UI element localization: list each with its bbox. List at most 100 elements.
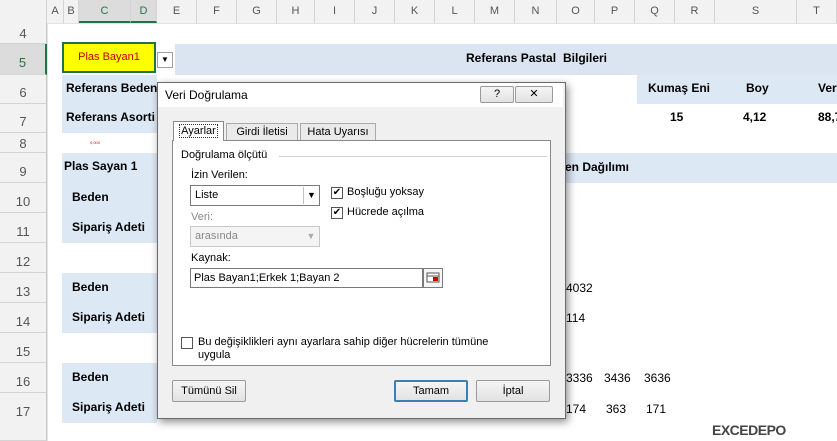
col-header-r[interactable]: R: [675, 0, 715, 23]
tab-ayarlar-label: Ayarlar: [179, 124, 218, 138]
help-button[interactable]: ?: [480, 86, 514, 103]
chevron-down-icon[interactable]: ▼: [303, 187, 319, 204]
siparis-label-2: Sipariş Adeti: [72, 310, 145, 324]
clear-all-button[interactable]: Tümünü Sil: [172, 380, 246, 402]
row-header-12[interactable]: 12: [0, 243, 47, 273]
cell-o17: 174: [566, 402, 587, 416]
dialog-title-bar[interactable]: Veri Doğrulama ? ✕: [158, 83, 563, 107]
boy-value: 4,12: [743, 110, 767, 124]
tab-ayarlar[interactable]: Ayarlar: [173, 121, 224, 141]
referans-pastal-title: Referans Pastal: [466, 51, 557, 65]
siparis-label-1: Sipariş Adeti: [72, 220, 145, 234]
kaynak-input[interactable]: Plas Bayan1;Erkek 1;Bayan 2: [190, 268, 423, 288]
plas-sayan-title: Plas Sayan 1: [64, 159, 138, 173]
cancel-button[interactable]: İptal: [476, 380, 550, 402]
col-header-h[interactable]: H: [277, 0, 315, 23]
ver-label: Ver: [818, 81, 837, 95]
col-header-b[interactable]: B: [64, 0, 79, 23]
row-header-15[interactable]: 15: [0, 333, 47, 363]
cell-p16: 3436: [604, 371, 631, 385]
cell-o13: 4032: [566, 281, 593, 295]
row-header-13[interactable]: 13: [0, 273, 47, 303]
col-header-q[interactable]: Q: [635, 0, 675, 23]
data-validation-dialog: Veri Doğrulama ? ✕ Ayarlar Girdi İletisi…: [157, 82, 566, 419]
veri-select[interactable]: arasında ▼: [190, 226, 320, 247]
row-header-6[interactable]: 6: [0, 75, 47, 104]
boy-label: Boy: [746, 81, 769, 95]
tab-hata-uyarisi[interactable]: Hata Uyarısı: [300, 123, 376, 140]
row-header-14[interactable]: 14: [0, 303, 47, 333]
cell-o14: 114: [566, 311, 586, 325]
col-header-n[interactable]: N: [515, 0, 557, 23]
kaynak-label: Kaynak:: [191, 252, 231, 264]
tiny-red-value: 0,000: [90, 140, 101, 145]
col-header-o[interactable]: O: [557, 0, 595, 23]
range-picker-icon: [426, 272, 440, 283]
cell-c5-selected[interactable]: Plas Bayan1: [62, 42, 156, 73]
cell-p17: 363: [606, 402, 627, 416]
row-header-17[interactable]: 17: [0, 393, 47, 441]
izin-verilen-label: İzin Verilen:: [191, 169, 248, 181]
col-header-i[interactable]: I: [315, 0, 355, 23]
cell-q16: 3636: [644, 371, 671, 385]
apply-all-line2: uygula: [198, 349, 231, 361]
referans-asorti-label: Referans Asorti: [66, 110, 155, 124]
cell-o16: 3336: [566, 371, 593, 385]
dialog-title: Veri Doğrulama: [165, 88, 248, 102]
select-all-corner[interactable]: [0, 0, 47, 23]
range-picker-button[interactable]: [423, 268, 443, 288]
row-header-7[interactable]: 7: [0, 104, 47, 133]
siparis-label-3: Sipariş Adeti: [72, 400, 145, 414]
column-header-bar: A B C D E F G H I J K L M N O P Q R S T: [0, 0, 837, 24]
col-header-a[interactable]: A: [47, 0, 64, 23]
kaynak-value: Plas Bayan1;Erkek 1;Bayan 2: [194, 272, 340, 284]
col-header-f[interactable]: F: [197, 0, 237, 23]
col-header-d[interactable]: D: [131, 0, 157, 23]
bosluk-checkbox[interactable]: ✔: [331, 187, 343, 199]
row-header-9[interactable]: 9: [0, 153, 47, 183]
veri-label: Veri:: [191, 211, 214, 223]
settings-panel: Doğrulama ölçütü İzin Verilen: Liste ▼ V…: [172, 140, 551, 366]
ver-value: 88,7: [818, 110, 837, 124]
col-header-g[interactable]: G: [237, 0, 277, 23]
cell-dropdown-arrow[interactable]: ▼: [157, 52, 173, 68]
hucrede-label[interactable]: Hücrede açılma: [347, 206, 424, 218]
col-header-l[interactable]: L: [435, 0, 475, 23]
col-header-t[interactable]: T: [797, 0, 837, 23]
apply-all-line1: Bu değişiklikleri aynı ayarlara sahip di…: [198, 336, 489, 348]
col-header-c[interactable]: C: [79, 0, 131, 23]
row-header-10[interactable]: 10: [0, 183, 47, 213]
col-header-p[interactable]: P: [595, 0, 635, 23]
veri-value: arasında: [195, 230, 238, 242]
apply-all-label[interactable]: Bu değişiklikleri aynı ayarlara sahip di…: [198, 336, 538, 362]
row-header-11[interactable]: 11: [0, 213, 47, 243]
criteria-label: Doğrulama ölçütü: [181, 149, 268, 161]
ok-button[interactable]: Tamam: [394, 380, 468, 402]
kumas-eni-value: 15: [670, 110, 684, 124]
apply-all-checkbox[interactable]: [181, 337, 193, 349]
row-header-5[interactable]: 5: [0, 44, 47, 75]
izin-verilen-value: Liste: [195, 189, 219, 201]
col-header-k[interactable]: K: [395, 0, 435, 23]
kumas-eni-label: Kumaş Eni: [648, 81, 711, 95]
beden-label-3: Beden: [72, 370, 109, 384]
hucrede-checkbox[interactable]: ✔: [331, 207, 343, 219]
col-header-m[interactable]: M: [475, 0, 515, 23]
bosluk-label[interactable]: Boşluğu yoksay: [347, 186, 424, 198]
dagilimi-title: en Dağılımı: [565, 160, 630, 174]
row-header-4[interactable]: 4: [0, 23, 47, 44]
chevron-down-icon[interactable]: ▼: [303, 228, 319, 245]
bilgileri-title: Bilgileri: [563, 51, 608, 65]
watermark-logo: EXCEDEPO: [712, 422, 786, 438]
close-button[interactable]: ✕: [515, 86, 553, 103]
beden-label-2: Beden: [72, 280, 109, 294]
tab-girdi-iletisi[interactable]: Girdi İletisi: [226, 123, 298, 140]
referans-beden-label: Referans Beden: [66, 81, 158, 95]
row-header-8[interactable]: 8: [0, 133, 47, 153]
col-header-e[interactable]: E: [157, 0, 197, 23]
col-header-s[interactable]: S: [715, 0, 797, 23]
col-header-j[interactable]: J: [355, 0, 395, 23]
row-header-16[interactable]: 16: [0, 363, 47, 393]
beden-label-1: Beden: [72, 190, 109, 204]
izin-verilen-select[interactable]: Liste ▼: [190, 185, 320, 206]
